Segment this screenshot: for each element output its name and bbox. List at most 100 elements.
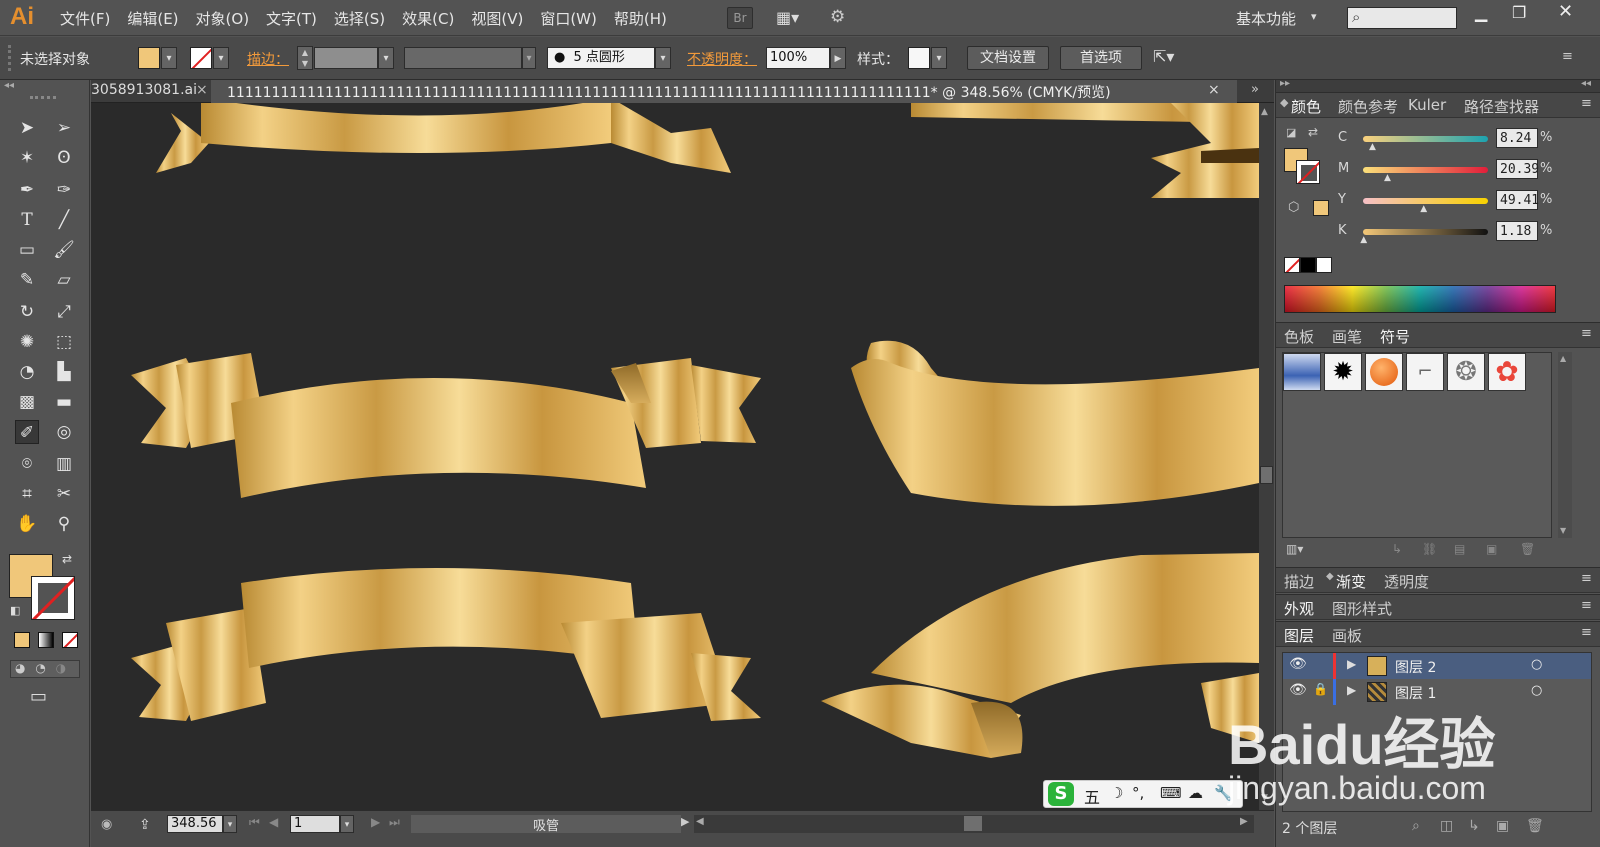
ime-halfwidth-icon[interactable]: ☽: [1110, 784, 1123, 802]
vertical-scroll-thumb[interactable]: [1260, 466, 1273, 484]
lasso-tool-icon[interactable]: ʘ: [52, 146, 76, 170]
symbol-dotted-corner[interactable]: ⌐: [1406, 353, 1444, 391]
tab-kuler[interactable]: Kuler: [1408, 96, 1446, 114]
tab-document-2[interactable]: 1111111111111111111111111111111111111111…: [211, 80, 1237, 103]
mesh-tool-icon[interactable]: ▩: [15, 390, 39, 414]
layers-panel-menu-icon[interactable]: ≡: [1581, 625, 1592, 640]
layer-name[interactable]: 图层 2: [1395, 657, 1436, 677]
symbol-ink-splat[interactable]: ✹: [1324, 353, 1362, 391]
tab-brushes[interactable]: 画笔: [1332, 326, 1362, 347]
scroll-up-icon[interactable]: ▲: [1261, 107, 1268, 117]
next-artboard-icon[interactable]: ▶: [371, 815, 380, 829]
menu-object[interactable]: 对象(O): [196, 8, 250, 29]
last-artboard-icon[interactable]: ⏭: [389, 815, 400, 830]
magic-wand-tool-icon[interactable]: ✶: [15, 146, 39, 170]
stroke-weight-input[interactable]: [314, 47, 378, 69]
scroll-down-icon[interactable]: ▼: [1261, 793, 1268, 803]
draw-behind-icon[interactable]: ◔: [35, 661, 45, 675]
menu-file[interactable]: 文件(F): [60, 8, 110, 29]
stroke-dropdown-icon[interactable]: ▾: [213, 47, 229, 69]
new-sublayer-icon[interactable]: ↳: [1468, 818, 1480, 834]
slice-tool-icon[interactable]: ✂: [52, 482, 76, 506]
appearance-panel-menu-icon[interactable]: ≡: [1581, 598, 1592, 613]
horizontal-scrollbar[interactable]: ◀ ▶: [694, 815, 1254, 833]
prev-artboard-icon[interactable]: ◀: [269, 815, 278, 829]
ribbon-middle-left[interactable]: [131, 353, 761, 498]
tab-artboards[interactable]: 画板: [1332, 625, 1362, 646]
hand-tool-icon[interactable]: ✋: [15, 512, 39, 536]
tab-transparency[interactable]: 透明度: [1384, 571, 1429, 592]
locate-object-icon[interactable]: ⌕: [1412, 818, 1420, 834]
collapse-toolbar-icon[interactable]: ◂◂: [4, 80, 14, 91]
artboard-dropdown-icon[interactable]: ▾: [340, 815, 354, 833]
channel-y-thumb[interactable]: ▲: [1420, 204, 1427, 214]
break-link-icon[interactable]: ⛓: [1422, 542, 1437, 556]
more-tabs-icon[interactable]: »: [1251, 82, 1259, 97]
none-mode-button[interactable]: [62, 632, 78, 648]
channel-k-value[interactable]: 1.18: [1496, 221, 1538, 241]
tab-color[interactable]: 颜色: [1291, 96, 1321, 117]
eyedropper-tool-icon[interactable]: ✐: [15, 420, 39, 444]
gamut-color-swatch[interactable]: [1313, 200, 1329, 216]
control-bar-grip[interactable]: [8, 45, 11, 71]
variable-width-profile[interactable]: [404, 47, 522, 69]
symbol-orange-ball[interactable]: [1365, 353, 1403, 391]
clipping-mask-icon[interactable]: ◫: [1440, 818, 1453, 834]
ime-tools-icon[interactable]: 🔧: [1214, 784, 1233, 802]
control-bar-menu-icon[interactable]: ≡: [1562, 49, 1573, 64]
paintbrush-tool-icon[interactable]: 🖌: [52, 238, 76, 262]
tab-pathfinder[interactable]: 路径查找器: [1464, 96, 1539, 117]
status-menu-icon[interactable]: ▶: [681, 815, 689, 828]
channel-k-track[interactable]: [1363, 229, 1488, 235]
menu-window[interactable]: 窗口(W): [540, 8, 597, 29]
gpu-performance-icon[interactable]: ⚙: [830, 7, 858, 29]
channel-k-thumb[interactable]: ▲: [1360, 235, 1367, 245]
new-symbol-icon[interactable]: ▣: [1486, 542, 1497, 556]
white-swatch[interactable]: [1316, 257, 1332, 273]
stroke-weight-dropdown-icon[interactable]: ▾: [378, 47, 394, 69]
warp-tool-icon[interactable]: ✺: [15, 330, 39, 354]
dock-collapse-icon[interactable]: ◂◂: [1581, 78, 1591, 89]
symbols-panel-menu-icon[interactable]: ≡: [1581, 326, 1592, 341]
column-graph-tool-icon[interactable]: ▥: [52, 452, 76, 476]
layer-row[interactable]: 👁 ▶ 图层 2 ○: [1283, 653, 1591, 679]
dock-header[interactable]: ▸▸ ◂◂: [1276, 78, 1600, 92]
symbol-sprayer-tool-icon[interactable]: ⌾: [15, 452, 39, 476]
search-input[interactable]: ⌕: [1347, 7, 1457, 29]
tab-document-2-close-icon[interactable]: ×: [1208, 82, 1220, 98]
drawing-modes[interactable]: ◕ ◔ ◑: [10, 660, 80, 678]
zoom-input[interactable]: 348.56: [167, 815, 223, 833]
place-symbol-icon[interactable]: ↳: [1392, 542, 1402, 556]
artboard-number-input[interactable]: 1: [290, 815, 340, 833]
menu-select[interactable]: 选择(S): [334, 8, 385, 29]
symbols-scroll-down-icon[interactable]: ▼: [1560, 526, 1566, 535]
arrange-icon[interactable]: ⇱▾: [1153, 47, 1174, 66]
stroke-weight-stepper[interactable]: ▲ ▼: [297, 46, 313, 70]
symbol-flower[interactable]: ✿: [1488, 353, 1526, 391]
channel-c-thumb[interactable]: ▲: [1369, 142, 1376, 152]
screen-mode-icon[interactable]: ▭: [30, 686, 47, 707]
stroke-swatch[interactable]: [190, 47, 212, 69]
current-tool-status[interactable]: 吸管: [411, 815, 681, 834]
ribbon-top-left[interactable]: [156, 103, 731, 173]
symbols-scroll-up-icon[interactable]: ▲: [1560, 354, 1566, 363]
channel-m-thumb[interactable]: ▲: [1384, 173, 1391, 183]
swap-fill-stroke-icon[interactable]: ⇄: [62, 552, 72, 566]
gradient-toggle-icon[interactable]: ◆: [1326, 571, 1334, 582]
pencil-tool-icon[interactable]: ✎: [15, 268, 39, 292]
menu-view[interactable]: 视图(V): [471, 8, 523, 29]
brush-dropdown-icon[interactable]: ▾: [655, 47, 671, 69]
line-tool-icon[interactable]: ╱: [52, 208, 76, 232]
artboard-tool-icon[interactable]: ⌗: [15, 482, 39, 506]
channel-c-track[interactable]: [1363, 136, 1488, 142]
black-swatch[interactable]: [1300, 257, 1316, 273]
stroke-color-box[interactable]: [31, 576, 75, 620]
scroll-right-icon[interactable]: ▶: [1240, 816, 1248, 827]
workspace-chevron-icon[interactable]: ▾: [1311, 10, 1317, 23]
opacity-input[interactable]: 100%: [766, 47, 830, 69]
tab-graphic-styles[interactable]: 图形样式: [1332, 598, 1392, 619]
layer-target-icon[interactable]: ○: [1531, 657, 1542, 672]
rotate-tool-icon[interactable]: ↻: [15, 300, 39, 324]
color-panel-stroke-swatch[interactable]: [1296, 160, 1320, 184]
zoom-tool-icon[interactable]: ⚲: [52, 512, 76, 536]
